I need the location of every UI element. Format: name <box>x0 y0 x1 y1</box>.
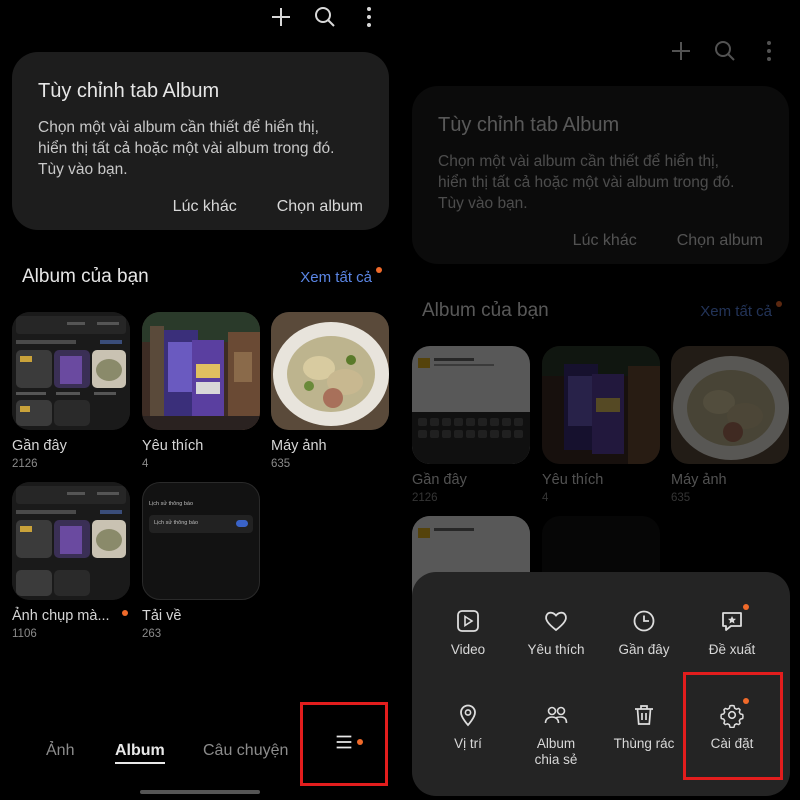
card-actions: Lúc khác Chọn album <box>38 198 363 216</box>
album-count: 4 <box>142 458 149 470</box>
album-count: 1106 <box>12 628 37 640</box>
card-text: Chọn một vài album cần thiết để hiển thị… <box>38 117 363 180</box>
album-screenshots[interactable]: Ảnh chụp mà... 1106 <box>12 482 130 640</box>
suggestion-icon <box>719 604 749 634</box>
album-recent[interactable]: Gần đây 2126 <box>12 312 130 470</box>
tab-albums[interactable]: Album <box>115 742 165 764</box>
menu-item-label-line: Album <box>536 736 576 751</box>
menu-item-recent[interactable]: Gần đây <box>600 608 688 658</box>
menu-button[interactable] <box>300 702 388 786</box>
album-name: Tải về <box>142 608 182 624</box>
menu-item-label: Thùng rác <box>613 736 675 751</box>
notification-dot <box>743 604 749 610</box>
nested-row-label: Lịch sử thông báo <box>154 520 199 526</box>
tab-stories[interactable]: Câu chuyện <box>203 742 288 760</box>
album-name: Ảnh chụp mà... <box>12 608 130 624</box>
menu-item-suggest[interactable]: Đề xuất <box>688 604 776 658</box>
album-downloads[interactable]: Lịch sử thông báo Lịch sử thông báo Tải … <box>142 482 260 640</box>
customize-album-card: Tùy chỉnh tab Album Chọn một vài album c… <box>12 52 389 230</box>
later-button[interactable]: Lúc khác <box>173 198 237 216</box>
tab-photos[interactable]: Ảnh <box>46 742 74 760</box>
album-favorites[interactable]: Yêu thích 4 <box>142 312 260 470</box>
album-name: Gần đây <box>12 438 67 454</box>
menu-item-favorites[interactable]: Yêu thích <box>512 608 600 658</box>
section-title: Album của bạn <box>22 266 149 287</box>
album-thumbnail <box>142 312 260 430</box>
album-name: Yêu thích <box>142 438 204 454</box>
menu-item-location[interactable]: Vị trí <box>424 702 512 752</box>
menu-item-label: Đề xuất <box>708 642 756 657</box>
see-all-link[interactable]: Xem tất cả <box>300 266 382 286</box>
album-name-text: Ảnh chụp mà... <box>12 608 110 624</box>
choose-album-button[interactable]: Chọn album <box>277 198 363 216</box>
card-text-line: Chọn một vài album cần thiết để hiển thị… <box>38 119 319 136</box>
see-all-label: Xem tất cả <box>300 268 372 286</box>
menu-item-label: Gần đây <box>618 642 670 657</box>
card-title: Tùy chỉnh tab Album <box>38 80 220 102</box>
trash-icon <box>631 702 657 728</box>
card-text-line: hiển thị tất cả hoặc một vài album trong… <box>38 140 335 157</box>
notification-dot <box>376 266 382 273</box>
album-thumbnail <box>12 482 130 600</box>
albums-section-header: Album của bạn Xem tất cả <box>22 266 382 288</box>
menu-item-label: Album chia sẻ <box>512 736 600 768</box>
gallery-menu-screen: Tùy chỉnh tab Album Chọn một vài album c… <box>400 0 800 800</box>
location-pin-icon <box>455 702 481 728</box>
more-vertical-icon[interactable] <box>356 4 382 30</box>
search-icon[interactable] <box>312 4 338 30</box>
nested-row: Lịch sử thông báo <box>149 515 253 533</box>
settings-highlight-box <box>683 672 783 780</box>
album-thumbnail <box>271 312 389 430</box>
gallery-albums-screen: Tùy chỉnh tab Album Chọn một vài album c… <box>0 0 400 800</box>
people-icon <box>543 702 569 728</box>
album-thumbnail: Lịch sử thông báo Lịch sử thông báo <box>142 482 260 600</box>
card-text-line: Tùy vào bạn. <box>38 161 128 178</box>
album-name: Máy ảnh <box>271 438 327 454</box>
album-count: 2126 <box>12 458 38 470</box>
menu-item-video[interactable]: Video <box>424 608 512 658</box>
hamburger-menu-icon <box>333 731 355 758</box>
menu-item-shared-album[interactable]: Album chia sẻ <box>512 702 600 768</box>
menu-item-trash[interactable]: Thùng rác <box>600 702 688 752</box>
album-thumbnail <box>12 312 130 430</box>
nested-title: Lịch sử thông báo <box>149 501 194 507</box>
top-toolbar <box>268 4 382 30</box>
heart-icon <box>543 608 569 634</box>
menu-item-label: Yêu thích <box>527 642 585 657</box>
clock-icon <box>631 608 657 634</box>
notification-dot <box>357 739 363 745</box>
menu-item-label-line: chia sẻ <box>534 752 578 767</box>
album-count: 263 <box>142 628 162 640</box>
home-indicator <box>140 790 260 794</box>
plus-icon[interactable] <box>268 4 294 30</box>
menu-item-label: Video <box>450 642 486 657</box>
video-icon <box>455 608 481 634</box>
menu-item-label: Vị trí <box>454 736 482 751</box>
album-count: 635 <box>271 458 291 470</box>
album-camera[interactable]: Máy ảnh 635 <box>271 312 389 470</box>
toggle-icon <box>236 520 248 527</box>
notification-dot <box>122 610 128 616</box>
